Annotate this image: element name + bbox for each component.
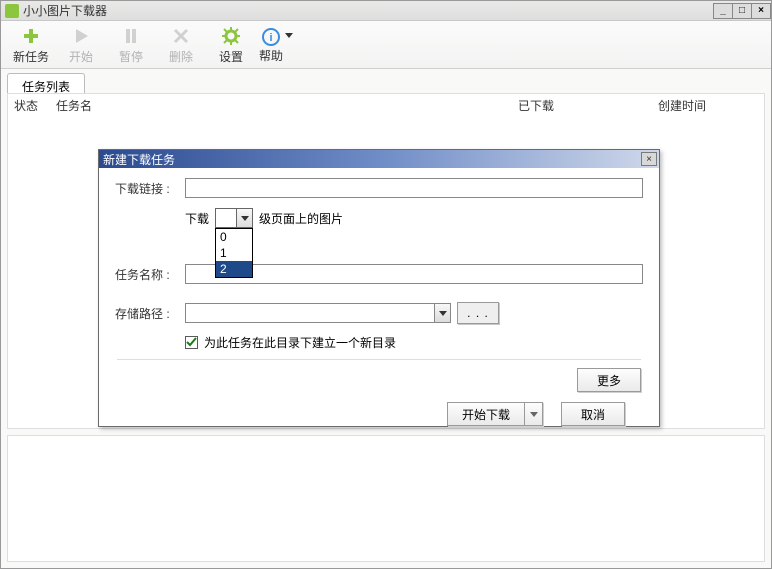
task-name-input[interactable] [185, 264, 643, 284]
new-task-dialog: 新建下载任务 × 下载链接 : 下载 级页面上的图片 0 1 2 任务名称 : [98, 149, 660, 427]
close-button[interactable]: × [751, 3, 771, 19]
help-button[interactable]: i 帮助 [259, 27, 293, 64]
minimize-button[interactable]: _ [713, 3, 733, 19]
svg-text:i: i [269, 32, 272, 44]
path-label: 存储路径 : [115, 305, 185, 322]
level-prefix: 下载 [185, 210, 209, 227]
new-task-button[interactable]: 新任务 [9, 26, 53, 65]
level-option-2[interactable]: 2 [216, 261, 252, 277]
level-option-0[interactable]: 0 [216, 229, 252, 245]
delete-icon [171, 26, 191, 46]
create-folder-label: 为此任务在此目录下建立一个新目录 [204, 334, 396, 351]
chevron-down-icon [236, 209, 252, 227]
app-icon [5, 4, 19, 18]
play-icon [71, 26, 91, 46]
start-download-button[interactable]: 开始下载 [447, 402, 543, 426]
url-label: 下载链接 : [115, 180, 185, 197]
create-folder-checkbox[interactable] [185, 336, 198, 349]
list-header: 状态 任务名 已下载 创建时间 [8, 94, 764, 116]
app-title: 小小图片下载器 [23, 2, 107, 19]
level-option-1[interactable]: 1 [216, 245, 252, 261]
delete-button[interactable]: 删除 [159, 26, 203, 65]
plus-icon [21, 26, 41, 46]
browse-button[interactable]: . . . [457, 302, 499, 324]
gear-icon [221, 26, 241, 46]
level-dropdown: 0 1 2 [215, 228, 253, 278]
maximize-button[interactable]: □ [732, 3, 752, 19]
level-select[interactable] [215, 208, 253, 228]
col-name[interactable]: 任务名 [56, 97, 508, 114]
col-downloaded[interactable]: 已下载 [518, 97, 648, 114]
col-status[interactable]: 状态 [14, 97, 46, 114]
start-button[interactable]: 开始 [59, 26, 103, 65]
titlebar: 小小图片下载器 _ □ × [1, 1, 771, 21]
dialog-title: 新建下载任务 [103, 151, 175, 168]
pause-button[interactable]: 暂停 [109, 26, 153, 65]
settings-button[interactable]: 设置 [209, 26, 253, 65]
task-name-label: 任务名称 : [115, 266, 185, 283]
path-select[interactable] [185, 303, 451, 323]
start-download-dropdown[interactable] [525, 402, 543, 426]
url-input[interactable] [185, 178, 643, 198]
more-button[interactable]: 更多 [577, 368, 641, 392]
cancel-button[interactable]: 取消 [561, 402, 625, 426]
col-created[interactable]: 创建时间 [658, 97, 758, 114]
info-icon: i [261, 27, 281, 47]
window-controls: _ □ × [714, 3, 771, 19]
status-panel [7, 435, 765, 562]
level-row: 下载 级页面上的图片 [185, 208, 343, 228]
level-suffix: 级页面上的图片 [259, 210, 343, 227]
chevron-down-icon [434, 304, 450, 322]
tab-strip: 任务列表 [1, 69, 771, 93]
pause-icon [121, 26, 141, 46]
dialog-titlebar: 新建下载任务 × [99, 150, 659, 168]
help-dropdown-arrow[interactable] [285, 33, 293, 38]
dialog-close-button[interactable]: × [641, 152, 657, 166]
toolbar: 新任务 开始 暂停 删除 设置 [1, 21, 771, 69]
